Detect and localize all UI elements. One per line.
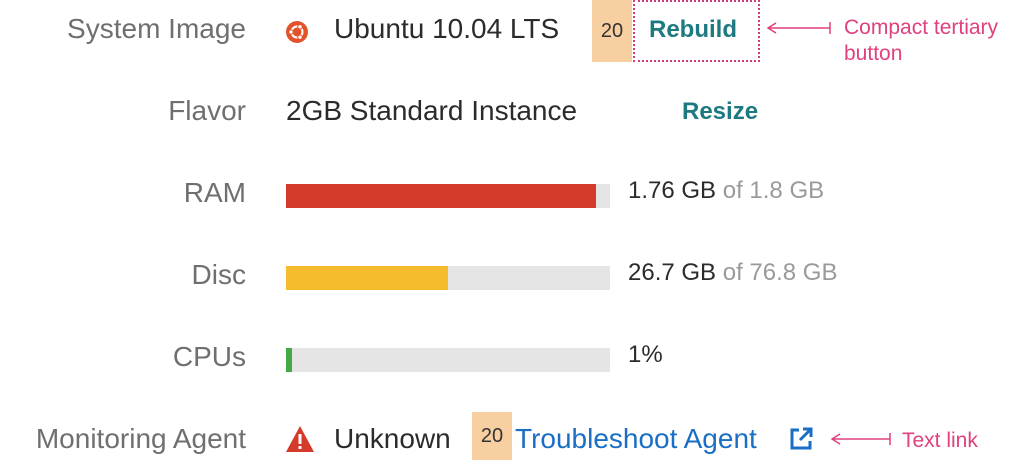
disc-usage-text: 26.7 GB of 76.8 GB (628, 261, 837, 285)
text-link-annotation: Text link (902, 429, 978, 452)
rebuild-button[interactable]: Rebuild (649, 18, 737, 42)
flavor-label: Flavor (168, 95, 246, 126)
disc-label: Disc (191, 259, 246, 290)
troubleshoot-agent-link[interactable]: Troubleshoot Agent (515, 425, 757, 453)
ram-usage-fill (286, 184, 596, 208)
resize-button[interactable]: Resize (682, 100, 758, 124)
monitoring-agent-label: Monitoring Agent (35, 423, 246, 454)
ram-total: of 1.8 GB (722, 177, 825, 204)
server-details-panel: System Image Ubuntu 10.04 LTS 20 Rebuild… (0, 0, 1024, 460)
annotation-arrow (766, 22, 831, 34)
ram-label: RAM (183, 177, 246, 208)
monitoring-agent-status: Unknown (334, 423, 451, 454)
annotation-arrow-2 (830, 433, 891, 445)
cpus-label: CPUs (172, 341, 246, 372)
flavor-value: 2GB Standard Instance (286, 95, 578, 126)
ubuntu-icon (286, 21, 308, 43)
disc-total: of 76.8 GB (722, 259, 838, 286)
disc-used: 26.7 GB (628, 259, 717, 286)
ram-used: 1.76 GB (628, 177, 717, 204)
ram-usage-bar (286, 184, 610, 208)
disc-usage-bar (286, 266, 610, 290)
cpu-usage-fill (286, 348, 292, 372)
disc-usage-fill (286, 266, 448, 290)
system-image-label: System Image (67, 13, 246, 44)
external-link-icon[interactable] (788, 426, 814, 452)
cpu-usage-bar (286, 348, 610, 372)
spacing-badge: 20 (592, 0, 632, 62)
cpu-usage-text: 1% (628, 341, 663, 368)
spacing-badge-2: 20 (472, 412, 512, 460)
warning-icon (286, 426, 314, 452)
system-image-value: Ubuntu 10.04 LTS (334, 13, 560, 44)
tertiary-button-annotation: Compact tertiary button (844, 16, 999, 66)
ram-usage-text: 1.76 GB of 1.8 GB (628, 179, 824, 203)
